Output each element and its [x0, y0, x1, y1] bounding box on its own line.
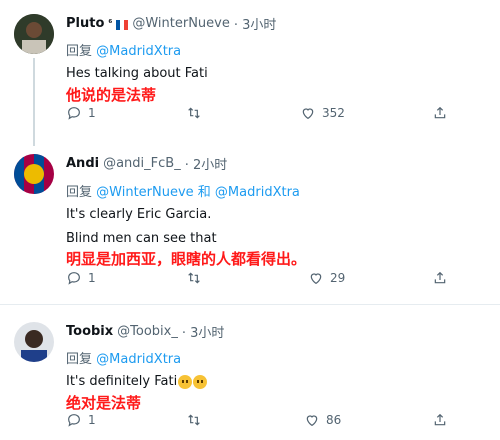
reply-count: 1: [88, 413, 96, 427]
share-icon: [434, 271, 446, 284]
tweet-text-line-2: Blind men can see that: [66, 231, 217, 246]
reply-mention[interactable]: @MadridXtra: [96, 44, 181, 59]
reply-mention[interactable]: @WinterNueve 和 @MadridXtra: [96, 185, 300, 200]
retweet-icon: [188, 272, 200, 284]
translation-text: 绝对是法蒂: [66, 394, 142, 412]
tweet-text-line-1: It's clearly Eric Garcia.: [66, 207, 212, 222]
reply-prefix: 回复: [66, 352, 93, 367]
thread-line: [33, 58, 35, 146]
handle[interactable]: @andi_FcB_: [103, 156, 181, 171]
tweet-divider: [0, 304, 500, 305]
share-button[interactable]: [432, 412, 448, 428]
reply-count: 1: [88, 271, 96, 285]
like-count: 29: [330, 271, 346, 285]
timestamp[interactable]: · 2小时: [185, 154, 228, 173]
reply-context: 回复 @MadridXtra: [66, 348, 181, 367]
reply-icon: [68, 272, 80, 285]
reply-icon: [68, 414, 80, 427]
retweet-button[interactable]: [186, 412, 208, 428]
share-icon: [434, 106, 446, 119]
reply-prefix: 回复: [66, 185, 93, 200]
tweet-3[interactable]: Toobix @Toobix_ · 3小时 回复 @MadridXtra It'…: [0, 308, 500, 440]
retweet-button[interactable]: [186, 105, 208, 121]
retweet-icon: [188, 107, 200, 119]
reply-button[interactable]: 1: [66, 412, 96, 428]
like-icon: [310, 273, 322, 285]
handle[interactable]: @WinterNueve: [132, 16, 230, 31]
reply-context: 回复 @MadridXtra: [66, 40, 181, 59]
avatar[interactable]: [14, 322, 54, 362]
display-name[interactable]: Pluto: [66, 16, 104, 31]
retweet-icon: [188, 414, 200, 426]
tweet-text: Hes talking about Fati: [66, 66, 208, 81]
timestamp[interactable]: · 3小时: [234, 14, 277, 33]
handle[interactable]: @Toobix_: [117, 324, 178, 339]
reply-count: 1: [88, 106, 96, 120]
france-flag-icon: [116, 19, 129, 30]
reply-context: 回复 @WinterNueve 和 @MadridXtra: [66, 181, 300, 200]
translation-text: 他说的是法蒂: [66, 86, 157, 104]
like-button[interactable]: 352: [300, 105, 345, 121]
tweet-text-body: It's definitely Fati: [66, 374, 178, 389]
tweet-2[interactable]: Andi @andi_FcB_ · 2小时 回复 @WinterNueve 和 …: [0, 146, 500, 298]
crying-emoji-icon: [178, 374, 193, 389]
share-button[interactable]: [432, 270, 448, 286]
reply-button[interactable]: 1: [66, 270, 96, 286]
reply-icon: [68, 107, 80, 120]
like-count: 86: [326, 413, 342, 427]
share-button[interactable]: [432, 105, 448, 121]
like-button[interactable]: 86: [304, 412, 341, 428]
like-icon: [302, 108, 314, 120]
timestamp[interactable]: · 3小时: [182, 322, 225, 341]
avatar-image: [14, 154, 54, 194]
display-name[interactable]: Andi: [66, 156, 99, 171]
name-suffix: ⁶: [108, 18, 113, 29]
display-name[interactable]: Toobix: [66, 324, 113, 339]
avatar-image: [14, 14, 54, 54]
reply-mention[interactable]: @MadridXtra: [96, 352, 181, 367]
tweet-text: It's definitely Fati: [66, 374, 208, 389]
like-button[interactable]: 29: [308, 270, 345, 286]
tweet-1[interactable]: Pluto ⁶ @WinterNueve · 3小时 回复 @MadridXtr…: [0, 0, 500, 146]
retweet-button[interactable]: [186, 270, 208, 286]
share-icon: [434, 413, 446, 426]
like-icon: [306, 415, 318, 427]
like-count: 352: [322, 106, 345, 120]
reply-button[interactable]: 1: [66, 105, 96, 121]
crying-emoji-icon: [193, 374, 208, 389]
avatar-image: [14, 322, 54, 362]
avatar[interactable]: [14, 154, 54, 194]
translation-text: 明显是加西亚，眼瞎的人都看得出。: [66, 250, 307, 268]
avatar[interactable]: [14, 14, 54, 54]
reply-prefix: 回复: [66, 44, 93, 59]
